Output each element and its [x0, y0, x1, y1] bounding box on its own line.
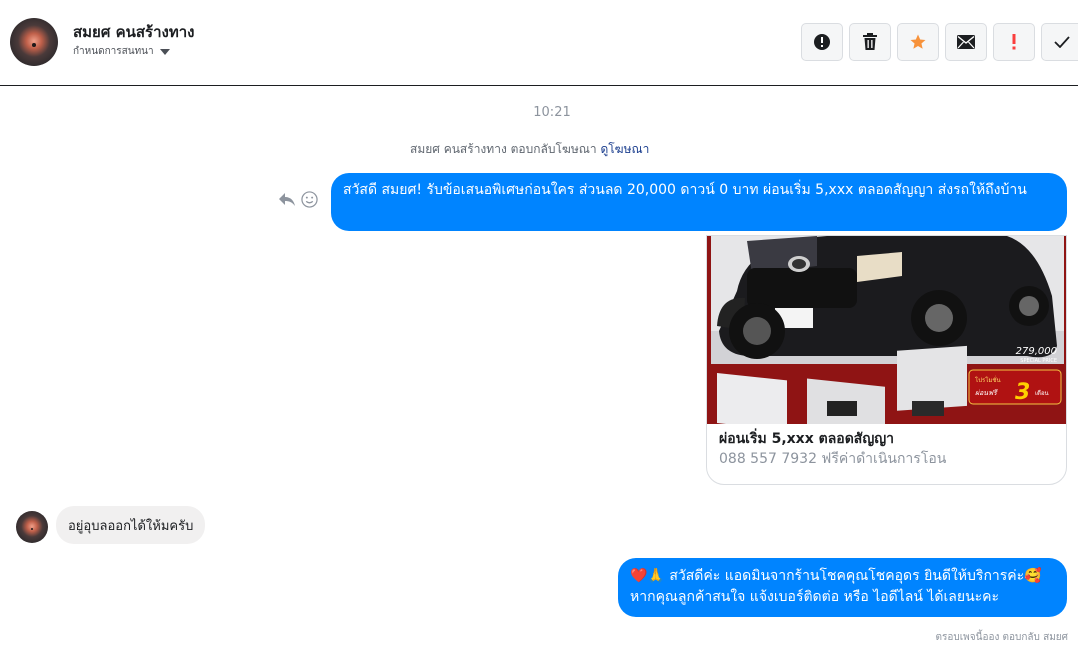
star-icon — [910, 34, 926, 49]
outgoing-message-bubble: สวัสดี สมยศ! รับข้อเสนอพิเศษก่อนใคร ส่วน… — [331, 173, 1067, 231]
ad-promo-unit: เดือน — [1035, 389, 1049, 397]
ad-promo-line2: ผ่อนฟรี — [975, 389, 998, 397]
assign-label: กำหนดการสนทนา — [73, 46, 154, 57]
message-text-line2: หากคุณลูกค้าสนใจ แจ้งเบอร์ติดต่อ หรือ ไอ… — [630, 589, 1000, 605]
ad-promo-line1: โปรโมชั่น — [975, 376, 1001, 384]
ad-card-subtitle: 088 557 7932 ฟรีค่าดำเนินการโอน — [719, 451, 947, 467]
delete-button[interactable] — [849, 23, 891, 61]
mark-done-button[interactable] — [1041, 23, 1078, 61]
incoming-avatar — [16, 511, 48, 543]
follow-up-button[interactable] — [993, 23, 1035, 61]
reply-icon[interactable] — [278, 192, 296, 208]
trash-icon — [863, 33, 877, 50]
outgoing-message-bubble: ❤️🙏 สวัสดีค่ะ แอดมินจากร้านโชคคุณโชคอุดร… — [618, 558, 1067, 617]
report-spam-button[interactable] — [801, 23, 843, 61]
message-text: อยู่อุบลออกได้ให้มครับ — [68, 519, 194, 534]
ad-price-text: 279,000 — [1016, 346, 1057, 357]
ad-card[interactable]: 279,000 SPECIAL PRICE โปรโมชั่น ผ่อนฟรี … — [706, 235, 1067, 485]
header-actions — [801, 23, 1078, 61]
exclamation-icon — [1012, 34, 1016, 50]
incoming-message-bubble: อยู่อุบลออกได้ให้มครับ — [56, 506, 206, 544]
conversation-header: สมยศ คนสร้างทาง กำหนดการสนทนา — [0, 0, 1078, 86]
mark-unread-button[interactable] — [945, 23, 987, 61]
ad-reply-text: สมยศ คนสร้างทาง ตอบกลับโฆษณา — [410, 142, 597, 156]
message-actions — [278, 191, 318, 208]
message-timestamp: 10:21 — [533, 105, 571, 120]
message-text-line1: ❤️🙏 สวัสดีค่ะ แอดมินจากร้านโชคคุณโชคอุดร… — [630, 568, 1042, 584]
checkmark-icon — [1054, 36, 1070, 48]
star-button[interactable] — [897, 23, 939, 61]
ad-price-caption: SPECIAL PRICE — [1020, 358, 1057, 364]
emoji-reaction-icon[interactable] — [301, 191, 318, 208]
contact-name[interactable]: สมยศ คนสร้างทาง — [73, 20, 194, 44]
exclamation-circle-icon — [814, 34, 830, 50]
ad-reply-notice: สมยศ คนสร้างทาง ตอบกลับโฆษณา ดูโฆษณา — [410, 140, 649, 159]
ad-promo-number: 3 — [1015, 380, 1030, 405]
contact-avatar[interactable] — [10, 18, 58, 66]
chevron-down-icon — [159, 48, 170, 55]
envelope-icon — [957, 35, 975, 49]
ad-car-image: 279,000 SPECIAL PRICE โปรโมชั่น ผ่อนฟรี … — [707, 236, 1066, 424]
ad-card-title: ผ่อนเริ่ม 5,xxx ตลอดสัญญา — [719, 431, 895, 447]
view-ad-link[interactable]: ดูโฆษณา — [600, 142, 649, 156]
message-text: สวัสดี สมยศ! รับข้อเสนอพิเศษก่อนใคร ส่วน… — [343, 182, 1027, 198]
sender-note: ตรอบเพจนี้ออง ตอบกลับ สมยศ — [935, 632, 1068, 643]
assign-conversation-dropdown[interactable]: กำหนดการสนทนา — [73, 44, 170, 59]
